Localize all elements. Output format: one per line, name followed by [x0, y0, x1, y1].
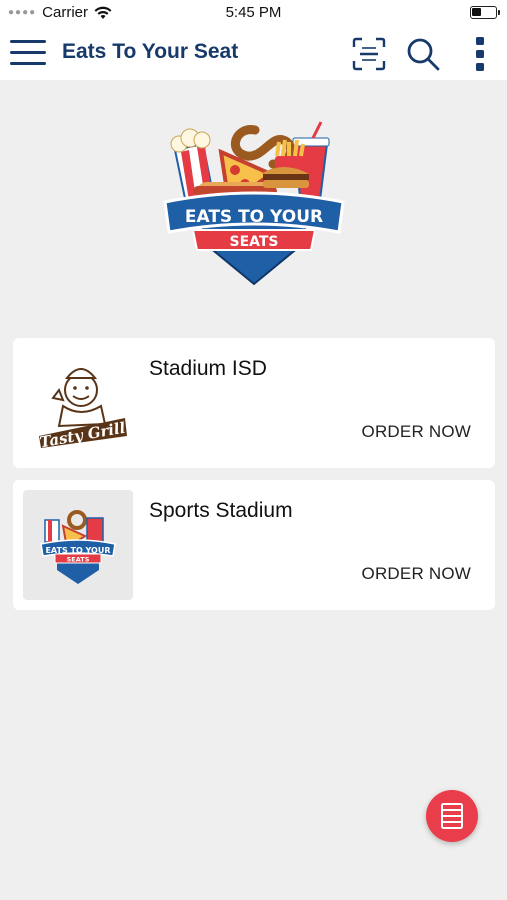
receipt-icon [441, 803, 463, 829]
search-icon [407, 38, 440, 71]
scan-icon [352, 37, 386, 71]
app-bar: Eats To Your Seat [0, 26, 507, 80]
order-now-button[interactable]: ORDER NOW [362, 564, 471, 584]
venue-thumbnail: Tasty Grill [23, 348, 133, 458]
menu-icon-bar [10, 62, 46, 65]
scan-button[interactable] [350, 35, 388, 73]
venue-card[interactable]: Tasty Grill Stadium ISD ORDER NOW [13, 338, 495, 468]
venue-thumb-text-2: SEATS [67, 556, 90, 564]
more-options-button[interactable] [468, 35, 492, 73]
more-vertical-icon [476, 37, 484, 71]
orders-fab-button[interactable] [426, 790, 478, 842]
order-now-button[interactable]: ORDER NOW [362, 422, 471, 442]
menu-button[interactable] [10, 38, 46, 68]
venue-thumbnail: EATS TO YOUR SEATS [23, 490, 133, 600]
venue-name: Sports Stadium [149, 499, 293, 522]
status-bar: ●●●● Carrier 5:45 PM [0, 0, 507, 26]
logo-line1: EATS TO YOUR [185, 207, 323, 227]
eats-to-your-seats-logo: EATS TO YOUR SEATS [163, 112, 345, 290]
menu-icon [10, 40, 46, 43]
venue-card[interactable]: EATS TO YOUR SEATS Sports Stadium ORDER … [13, 480, 495, 610]
search-button[interactable] [404, 35, 442, 73]
menu-icon-bar [10, 51, 46, 54]
app-title: Eats To Your Seat [62, 40, 239, 63]
venue-thumb-text-1: EATS TO YOUR [45, 546, 110, 555]
status-time: 5:45 PM [225, 4, 282, 21]
logo-line2: SEATS [229, 234, 278, 250]
venue-name: Stadium ISD [149, 357, 267, 380]
battery-icon [470, 6, 500, 19]
